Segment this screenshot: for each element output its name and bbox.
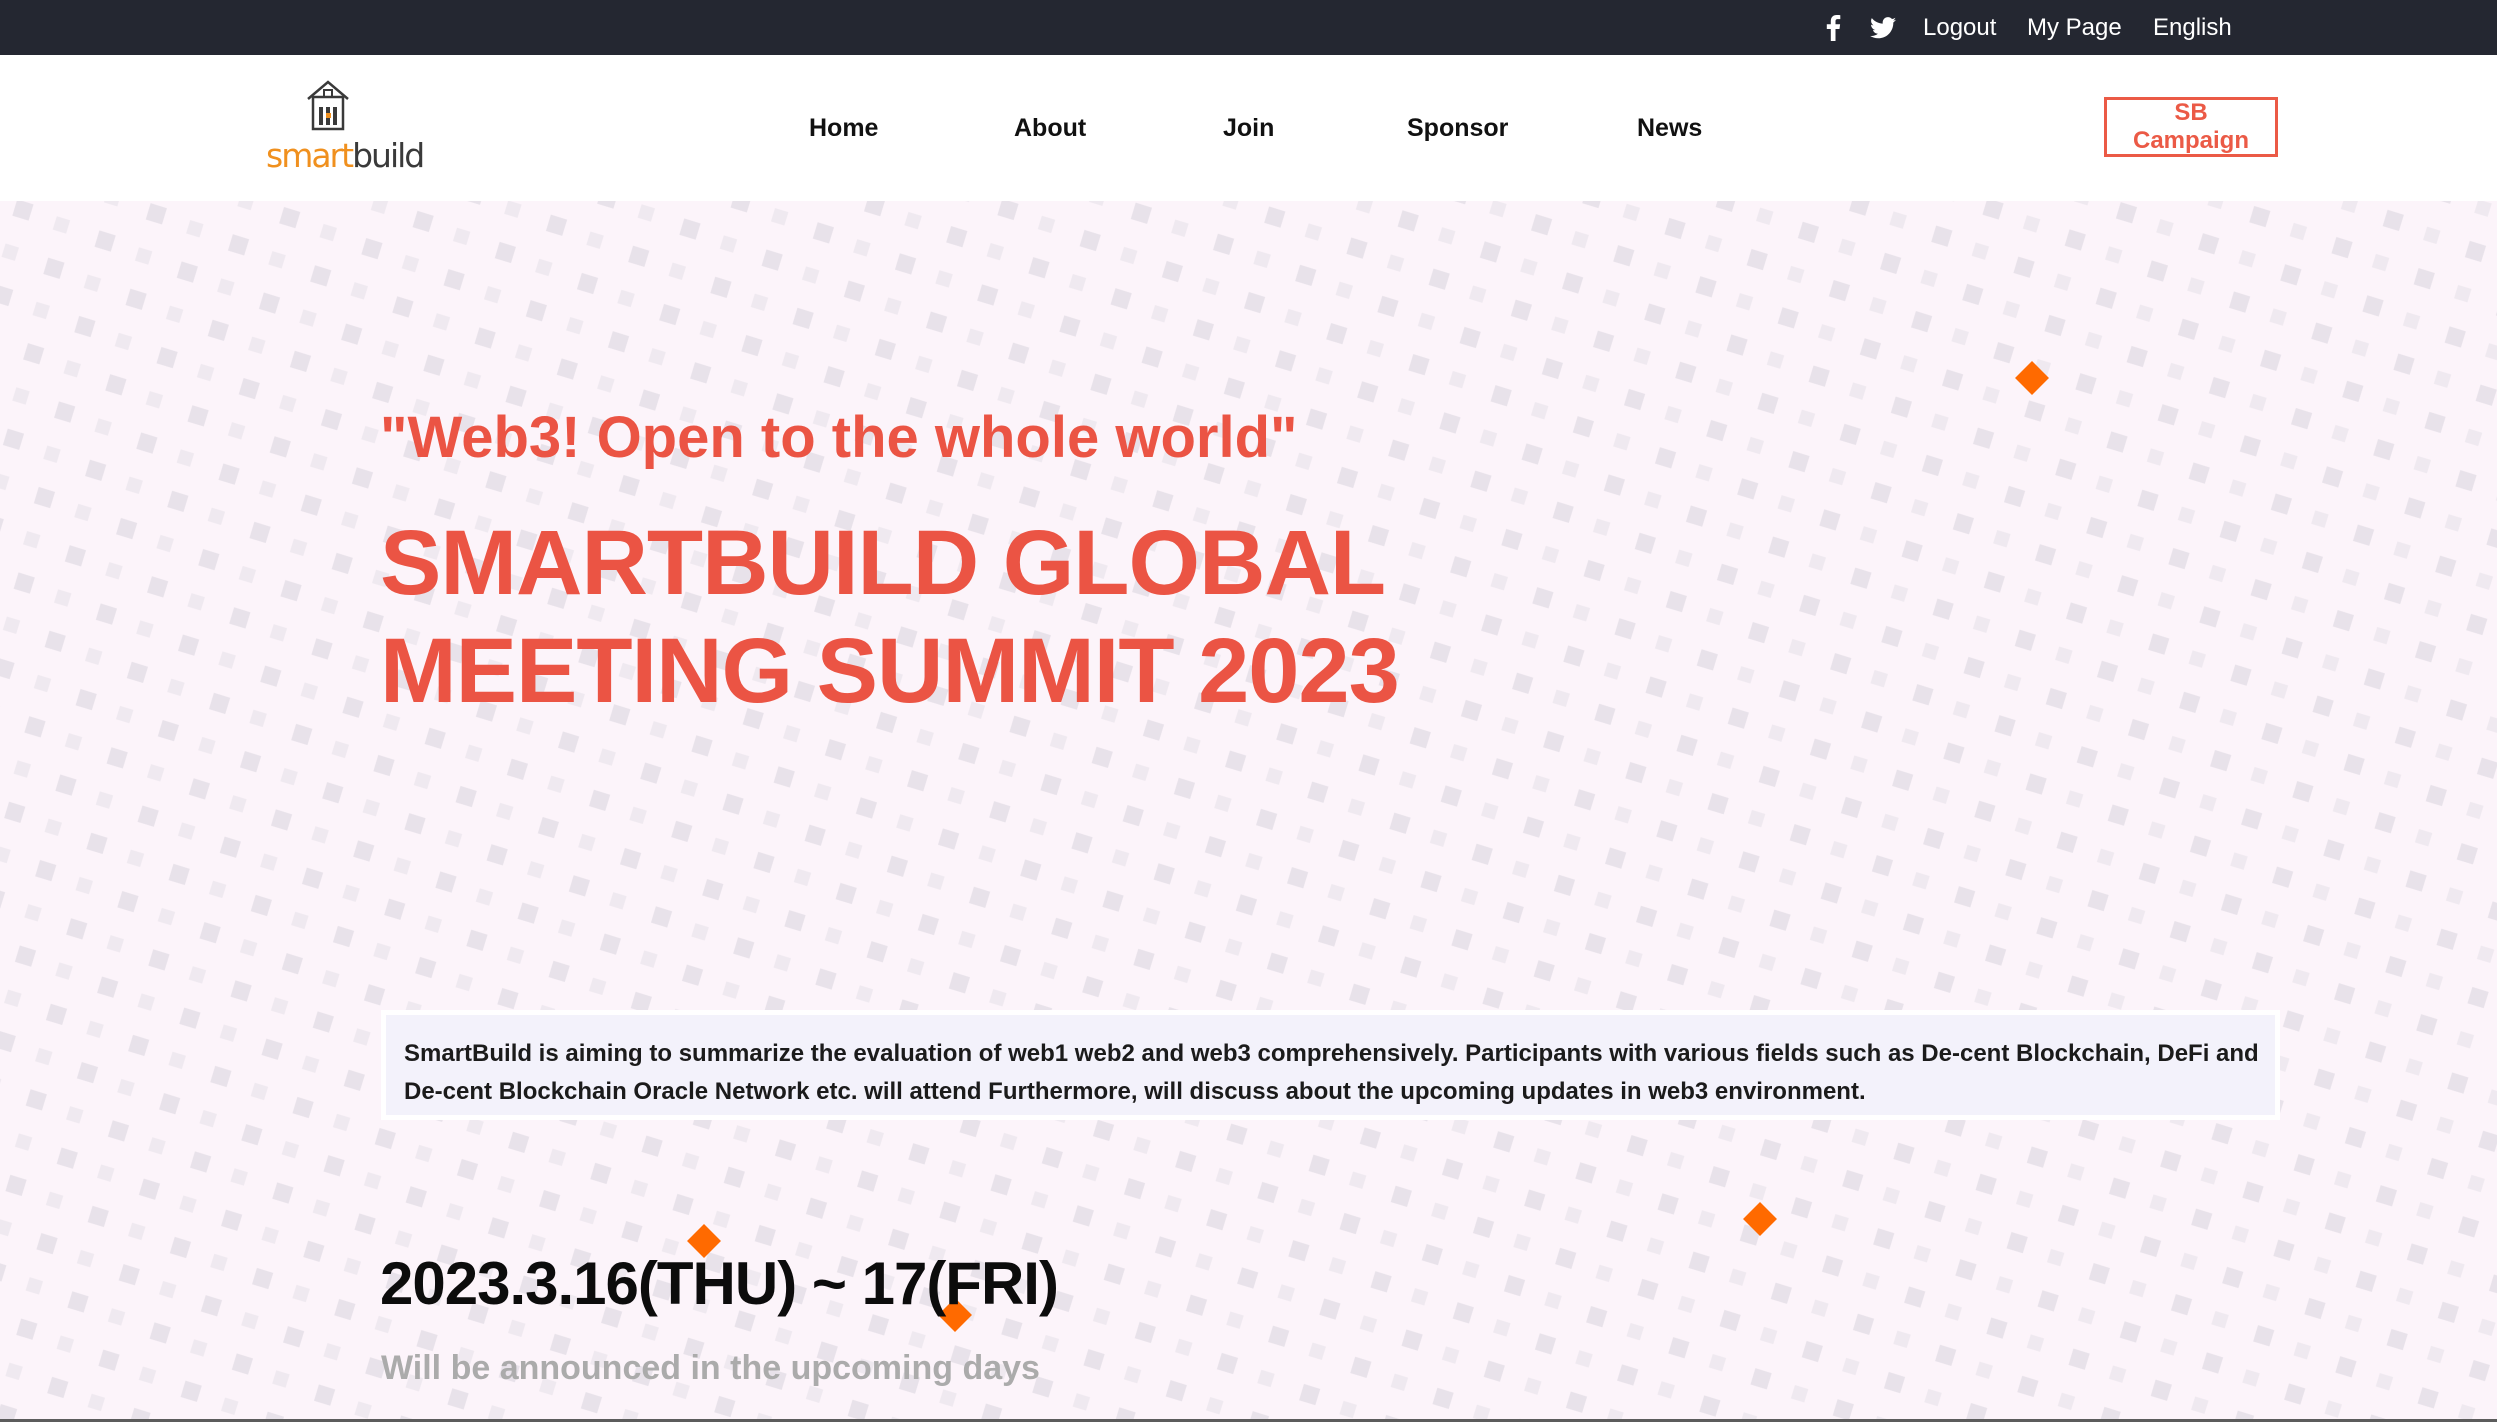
twitter-link[interactable] [1865, 0, 1901, 55]
facebook-icon [1826, 14, 1841, 41]
logout-link[interactable]: Logout [1923, 14, 1996, 42]
title-line-2: MEETING SUMMIT 2023 [380, 620, 1400, 722]
venue-note: Will be announced in the upcoming days [381, 1349, 1040, 1387]
hero-background-pattern [0, 201, 2497, 1422]
house-icon [307, 80, 349, 131]
title-line-1: SMARTBUILD GLOBAL [380, 512, 1386, 614]
my-page-link[interactable]: My Page [2027, 14, 2122, 42]
smartbuild-logo[interactable]: smartbuild [262, 77, 425, 187]
nav-about[interactable]: About [1014, 55, 1086, 201]
nav-sponsor[interactable]: Sponsor [1407, 55, 1508, 201]
page-title: SMARTBUILD GLOBAL MEETING SUMMIT 2023 [380, 509, 1400, 725]
nav-join[interactable]: Join [1223, 55, 1274, 201]
twitter-icon [1870, 16, 1896, 38]
event-date: 2023.3.16(THU) ~ 17(FRI) [380, 1250, 1059, 1317]
nav-home[interactable]: Home [809, 55, 878, 201]
logo-wordmark: smartbuild [266, 136, 425, 175]
hero-slogan: "Web3! Open to the whole world" [380, 405, 1298, 470]
nav-news[interactable]: News [1637, 55, 1702, 201]
top-utility-bar: Logout My Page English [0, 0, 2497, 55]
language-selector[interactable]: English [2153, 14, 2232, 42]
sb-campaign-button[interactable]: SB Campaign [2104, 97, 2278, 157]
facebook-link[interactable] [1816, 0, 1850, 55]
hero-section: "Web3! Open to the whole world" SMARTBUI… [0, 201, 2497, 1422]
main-header: smartbuild Home About Join Sponsor News … [0, 55, 2497, 201]
summit-description: SmartBuild is aiming to summarize the ev… [381, 1010, 2280, 1120]
